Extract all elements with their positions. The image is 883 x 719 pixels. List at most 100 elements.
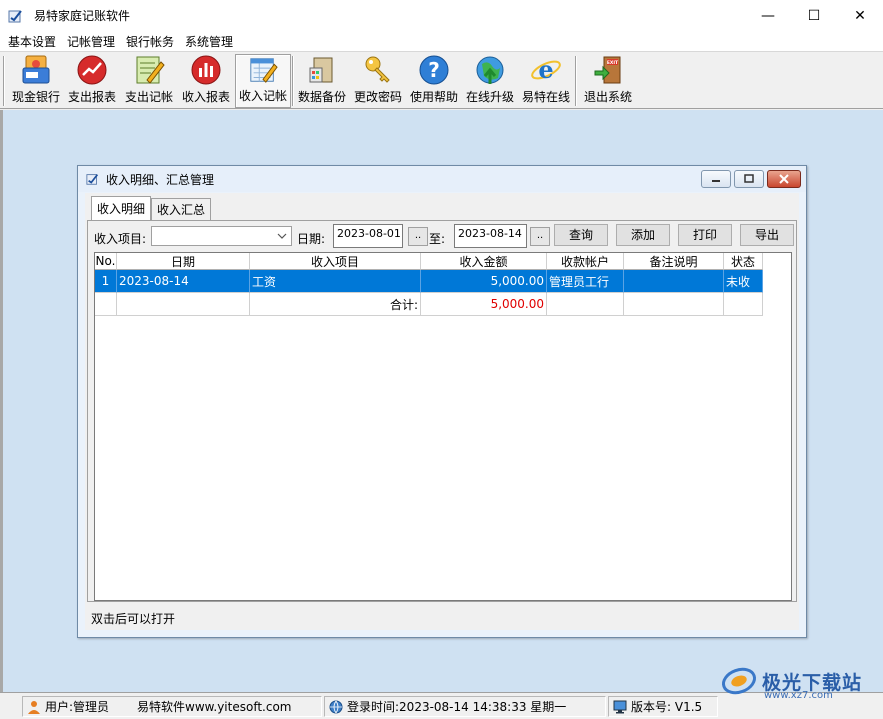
toolbar-cash-bank[interactable]: 现金银行 xyxy=(8,54,64,108)
child-restore-button[interactable] xyxy=(734,170,764,188)
date-label: 日期: xyxy=(297,232,326,246)
total-label: 合计: xyxy=(250,293,421,316)
cell-empty xyxy=(547,293,624,316)
toolbar-label: 退出系统 xyxy=(583,90,632,104)
toolbar-backup[interactable]: 数据备份 xyxy=(294,54,350,108)
toolbar-yite-online[interactable]: e 易特在线 xyxy=(518,54,574,108)
maximize-button[interactable]: ☐ xyxy=(791,0,837,31)
toolbar-label: 现金银行 xyxy=(11,90,60,104)
cell-income-item: 工资 xyxy=(250,270,421,293)
toolbar-income-entry[interactable]: 收入记帐 xyxy=(235,54,291,108)
window-title: 易特家庭记账软件 xyxy=(34,9,131,23)
status-user-pane: 用户:管理员 易特软件www.yitesoft.com xyxy=(22,696,322,717)
status-user: 用户:管理员 xyxy=(45,700,110,714)
header-remark[interactable]: 备注说明 xyxy=(624,253,724,270)
header-amount[interactable]: 收入金额 xyxy=(421,253,547,270)
toolbar-expense-report[interactable]: 支出报表 xyxy=(64,54,120,108)
date-from-field[interactable]: 2023-08-01 xyxy=(333,224,403,248)
toolbar-expense-entry[interactable]: 支出记帐 xyxy=(121,54,177,108)
add-button[interactable]: 添加 xyxy=(616,224,670,246)
toolbar-label: 使用帮助 xyxy=(409,90,458,104)
toolbar-label: 收入记帐 xyxy=(238,89,287,103)
header-date[interactable]: 日期 xyxy=(117,253,250,270)
watermark-logo: 极光下载站 www.xz7.com xyxy=(720,664,862,701)
toolbar-label: 支出报表 xyxy=(67,90,116,104)
tab-income-summary[interactable]: 收入汇总 xyxy=(151,198,212,220)
query-button[interactable]: 查询 xyxy=(554,224,608,246)
date-from-picker-button[interactable]: .. xyxy=(408,227,428,246)
toolbar-label: 易特在线 xyxy=(521,90,570,104)
child-minimize-button[interactable] xyxy=(701,170,731,188)
toolbar-label: 支出记帐 xyxy=(124,90,173,104)
cell-empty xyxy=(724,293,763,316)
toolbar-label: 收入报表 xyxy=(181,90,230,104)
title-bar: 易特家庭记账软件 — ☐ ✕ xyxy=(0,0,883,31)
income-report-icon xyxy=(191,55,221,85)
status-login-time: 登录时间:2023-08-14 14:38:33 星期一 xyxy=(347,700,567,714)
menu-accounting[interactable]: 记帐管理 xyxy=(63,33,122,50)
menu-bar: 基本设置 记帐管理 银行帐务 系统管理 xyxy=(0,31,883,51)
chevron-down-icon xyxy=(277,233,287,239)
toolbar-income-report[interactable]: 收入报表 xyxy=(178,54,234,108)
cell-empty xyxy=(117,293,250,316)
menu-system[interactable]: 系统管理 xyxy=(181,33,240,50)
ie-icon: e xyxy=(531,55,561,84)
cell-no: 1 xyxy=(95,270,117,293)
header-status[interactable]: 状态 xyxy=(724,253,763,270)
total-amount: 5,000.00 xyxy=(421,293,547,316)
close-button[interactable]: ✕ xyxy=(837,0,883,31)
header-no[interactable]: No. xyxy=(95,253,117,270)
date-to-label: 至: xyxy=(429,232,446,246)
cell-account: 管理员工行 xyxy=(547,270,624,293)
toolbar-change-password[interactable]: 更改密码 xyxy=(350,54,406,108)
maximize-icon: ☐ xyxy=(807,7,821,24)
svg-text:?: ? xyxy=(428,58,440,82)
status-login-pane: 登录时间:2023-08-14 14:38:33 星期一 xyxy=(324,696,606,717)
income-item-select[interactable] xyxy=(151,226,292,246)
toolbar-separator xyxy=(575,56,577,106)
tab-income-detail[interactable]: 收入明细 xyxy=(91,196,152,220)
status-site: 易特软件www.yitesoft.com xyxy=(137,700,292,714)
date-to-picker-button[interactable]: .. xyxy=(530,227,550,246)
expense-report-icon xyxy=(77,55,107,85)
menu-basic-settings[interactable]: 基本设置 xyxy=(4,33,63,50)
cell-date: 2023-08-14 xyxy=(117,270,250,293)
upgrade-icon xyxy=(476,56,504,84)
cell-remark xyxy=(624,270,724,293)
income-table[interactable]: No. 日期 收入项目 收入金额 收款帐户 备注说明 状态 1 2023-08-… xyxy=(94,252,792,601)
cell-amount: 5,000.00 xyxy=(421,270,547,293)
exit-icon: EXIT xyxy=(594,56,621,84)
export-button[interactable]: 导出 xyxy=(740,224,794,246)
toolbar-help[interactable]: ? 使用帮助 xyxy=(406,54,462,108)
toolbar-label: 在线升级 xyxy=(465,90,514,104)
income-item-label: 收入项目: xyxy=(94,232,147,246)
tab-strip: 收入明细 收入汇总 xyxy=(91,196,212,220)
minimize-icon xyxy=(712,180,720,182)
toolbar-label: 数据备份 xyxy=(297,90,346,104)
help-icon: ? xyxy=(419,55,449,85)
double-click-hint: 双击后可以打开 xyxy=(91,612,176,626)
status-version: 版本号: V1.5 xyxy=(631,700,703,714)
menu-bank[interactable]: 银行帐务 xyxy=(122,33,181,50)
minimize-icon: — xyxy=(761,7,775,24)
header-income-item[interactable]: 收入项目 xyxy=(250,253,421,270)
print-button[interactable]: 打印 xyxy=(678,224,732,246)
close-icon: ✕ xyxy=(854,7,866,24)
table-row[interactable]: 1 2023-08-14 工资 5,000.00 管理员工行 未收 xyxy=(95,270,763,293)
child-close-button[interactable] xyxy=(767,170,801,188)
watermark-icon xyxy=(722,667,756,695)
date-to-field[interactable]: 2023-08-14 xyxy=(454,224,527,248)
app-icon xyxy=(8,9,22,22)
child-window-title: 收入明细、汇总管理 xyxy=(106,172,215,187)
expense-entry-icon xyxy=(136,56,165,84)
backup-icon xyxy=(309,57,333,83)
minimize-button[interactable]: — xyxy=(745,0,791,31)
close-icon xyxy=(779,174,789,184)
monitor-icon xyxy=(613,700,627,713)
child-title-bar[interactable]: 收入明细、汇总管理 xyxy=(78,166,806,192)
cell-empty xyxy=(624,293,724,316)
header-account[interactable]: 收款帐户 xyxy=(547,253,624,270)
toolbar-online-upgrade[interactable]: 在线升级 xyxy=(462,54,518,108)
toolbar-exit[interactable]: EXIT 退出系统 xyxy=(579,54,637,108)
toolbar-separator xyxy=(3,56,5,106)
